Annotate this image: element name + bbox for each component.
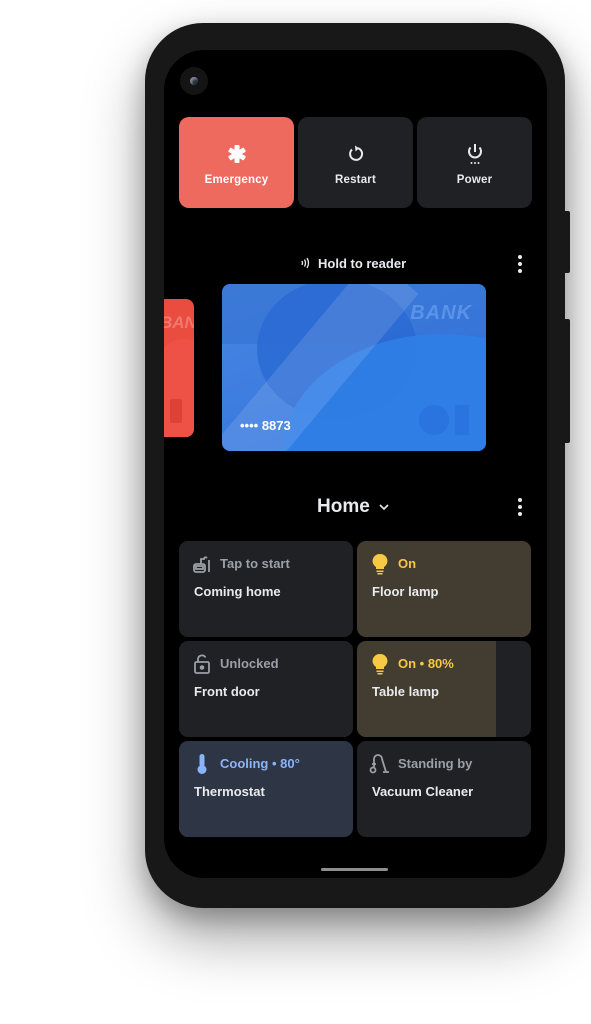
- tile-name: Coming home: [194, 584, 281, 599]
- tile-name: Front door: [194, 684, 260, 699]
- card-logo: [419, 405, 449, 435]
- tile-vacuum-cleaner[interactable]: Standing by Vacuum Cleaner: [357, 741, 531, 837]
- emergency-button[interactable]: Emergency: [179, 117, 294, 208]
- tile-name: Thermostat: [194, 784, 265, 799]
- wallet-header: Hold to reader: [300, 254, 406, 272]
- hold-to-reader-text: Hold to reader: [318, 255, 407, 271]
- emergency-label: Emergency: [204, 173, 269, 186]
- tile-name: Vacuum Cleaner: [372, 784, 474, 799]
- power-side-button: [564, 211, 570, 273]
- gesture-navigation-handle[interactable]: [321, 868, 388, 871]
- card-bank-name: BANK: [410, 302, 472, 324]
- payment-card-previous[interactable]: BANK: [164, 299, 194, 437]
- front-camera: [180, 67, 208, 95]
- lightbulb-icon: [369, 653, 391, 675]
- tile-status: Cooling • 80°: [220, 756, 300, 771]
- tile-coming-home[interactable]: Tap to start Coming home: [179, 541, 353, 637]
- volume-side-button: [564, 319, 570, 443]
- tile-front-door[interactable]: Unlocked Front door: [179, 641, 353, 737]
- wallet-more-options-icon[interactable]: [515, 254, 525, 274]
- routine-icon: [191, 553, 213, 575]
- card-logo: [455, 405, 469, 435]
- tile-floor-lamp[interactable]: On Floor lamp: [357, 541, 531, 637]
- power-label: Power: [456, 173, 493, 186]
- tile-name: Floor lamp: [372, 584, 439, 599]
- restart-label: Restart: [334, 173, 377, 186]
- tile-status: On • 80%: [398, 656, 454, 671]
- power-icon: [465, 142, 485, 166]
- power-off-button[interactable]: Power: [417, 117, 532, 208]
- tile-thermostat[interactable]: Cooling • 80° Thermostat: [179, 741, 353, 837]
- vacuum-icon: [369, 753, 391, 775]
- home-title: Home: [317, 496, 370, 517]
- lightbulb-icon: [369, 553, 391, 575]
- unlocked-icon: [191, 653, 213, 675]
- tile-name: Table lamp: [372, 684, 439, 699]
- nfc-icon: [300, 257, 312, 269]
- home-structure-selector[interactable]: Home: [317, 496, 390, 518]
- tile-table-lamp[interactable]: On • 80% Table lamp: [357, 641, 531, 737]
- restart-icon: [346, 142, 366, 166]
- chevron-down-icon: [378, 503, 390, 511]
- tile-status: Standing by: [398, 756, 473, 771]
- payment-card-selected[interactable]: BANK •••• 8873: [222, 284, 486, 451]
- tile-status: Unlocked: [220, 656, 279, 671]
- emergency-asterisk-icon: [227, 142, 247, 166]
- card-number: •••• 8873: [240, 418, 291, 433]
- thermometer-icon: [191, 753, 213, 775]
- card-logo: [170, 399, 182, 423]
- card-bank-name: BANK: [164, 313, 194, 332]
- home-more-options-icon[interactable]: [515, 497, 525, 517]
- restart-button[interactable]: Restart: [298, 117, 413, 208]
- tile-status: Tap to start: [220, 556, 290, 571]
- tile-status: On: [398, 556, 417, 571]
